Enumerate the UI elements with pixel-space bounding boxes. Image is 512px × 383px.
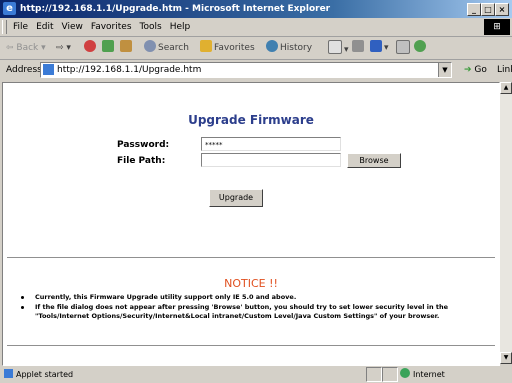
mail-icon	[328, 40, 342, 54]
scroll-down-icon[interactable]: ▼	[500, 352, 512, 364]
bottom-divider	[7, 345, 495, 346]
status-panel	[366, 367, 382, 382]
notice-title: NOTICE !!	[224, 277, 278, 290]
search-label: Search	[158, 43, 189, 53]
refresh-button[interactable]	[102, 40, 116, 56]
bullet-icon	[21, 296, 24, 299]
favorites-label: Favorites	[214, 43, 255, 53]
vertical-scrollbar[interactable]: ▲ ▼	[500, 82, 512, 364]
upgrade-button[interactable]: Upgrade	[209, 189, 263, 207]
stop-icon	[84, 40, 96, 52]
favorites-button[interactable]: Favorites	[200, 40, 255, 56]
notice-text: Currently, this Firmware Upgrade utility…	[35, 293, 297, 301]
globe-icon	[400, 368, 410, 378]
page-title: Upgrade Firmware	[188, 113, 314, 127]
status-label: Applet started	[16, 370, 74, 379]
home-button[interactable]	[120, 40, 134, 56]
menu-view[interactable]: View	[58, 18, 87, 36]
notice-text: If the file dialog does not appear after…	[35, 303, 449, 320]
messenger-button[interactable]	[414, 40, 428, 56]
history-button[interactable]: History	[266, 40, 312, 56]
address-bar: Address http://192.168.1.1/Upgrade.htm ▼…	[0, 60, 512, 80]
list-item: Currently, this Firmware Upgrade utility…	[21, 293, 497, 302]
menu-bar: File Edit View Favorites Tools Help	[0, 18, 512, 37]
search-icon	[144, 40, 156, 52]
status-bar: Applet started Internet	[0, 366, 512, 382]
top-divider	[7, 257, 495, 258]
stop-button[interactable]	[84, 40, 98, 56]
menu-favorites[interactable]: Favorites	[87, 18, 136, 36]
page-content: Upgrade Firmware Password: ***** File Pa…	[2, 82, 500, 366]
scroll-up-icon[interactable]: ▲	[500, 82, 512, 94]
print-button[interactable]	[352, 40, 366, 56]
home-icon	[120, 40, 132, 52]
close-button[interactable]: ×	[495, 3, 509, 16]
toolbar-grip[interactable]	[2, 20, 7, 34]
search-button[interactable]: Search	[144, 40, 189, 56]
address-input[interactable]: http://192.168.1.1/Upgrade.htm ▼	[40, 62, 452, 78]
mail-button[interactable]: ▾	[328, 40, 349, 56]
title-bar: e http://192.168.1.1/Upgrade.htm - Micro…	[0, 0, 512, 18]
messenger-icon	[414, 40, 426, 52]
refresh-icon	[102, 40, 114, 52]
file-path-label: File Path:	[117, 156, 166, 166]
history-label: History	[280, 43, 313, 53]
go-button[interactable]: ➔ Go	[464, 60, 487, 80]
back-label: Back	[16, 43, 39, 53]
notice-list: Currently, this Firmware Upgrade utility…	[21, 293, 497, 322]
page-icon	[43, 64, 54, 75]
links-button[interactable]: Links	[497, 60, 512, 80]
go-arrow-icon: ➔	[464, 65, 472, 75]
address-label: Address	[6, 65, 42, 75]
address-dropdown-icon[interactable]: ▼	[438, 63, 451, 77]
status-text: Applet started	[4, 367, 73, 383]
password-label: Password:	[117, 140, 170, 150]
bullet-icon	[21, 306, 24, 309]
print-icon	[352, 40, 364, 52]
discuss-icon	[396, 40, 410, 54]
edit-button[interactable]: ▾	[370, 40, 389, 56]
standard-toolbar: ⇦ Back ▾ ⇨ ▾ Search Favorites History ▾ …	[0, 37, 512, 60]
history-icon	[266, 40, 278, 52]
maximize-button[interactable]: □	[481, 3, 495, 16]
menu-tools[interactable]: Tools	[136, 18, 166, 36]
menu-help[interactable]: Help	[166, 18, 195, 36]
forward-button[interactable]: ⇨ ▾	[56, 40, 71, 56]
favorites-icon	[200, 40, 212, 52]
menu-file[interactable]: File	[9, 18, 32, 36]
status-panel	[382, 367, 398, 382]
ie-logo-icon: e	[3, 2, 16, 15]
password-input[interactable]: *****	[201, 137, 341, 151]
address-url: http://192.168.1.1/Upgrade.htm	[57, 65, 202, 75]
discuss-button[interactable]	[396, 40, 412, 56]
go-label: Go	[474, 65, 487, 75]
back-button[interactable]: ⇦ Back ▾	[6, 40, 46, 56]
zone-label: Internet	[413, 370, 445, 379]
browse-button[interactable]: Browse	[347, 153, 401, 168]
security-zone: Internet	[400, 367, 445, 383]
menu-edit[interactable]: Edit	[32, 18, 57, 36]
window-title: http://192.168.1.1/Upgrade.htm - Microso…	[20, 4, 331, 14]
minimize-button[interactable]: _	[467, 3, 481, 16]
list-item: If the file dialog does not appear after…	[21, 303, 497, 321]
edit-icon	[370, 40, 382, 52]
windows-logo-icon: ⊞	[484, 19, 510, 35]
file-path-input[interactable]	[201, 153, 341, 167]
page-status-icon	[4, 369, 13, 378]
